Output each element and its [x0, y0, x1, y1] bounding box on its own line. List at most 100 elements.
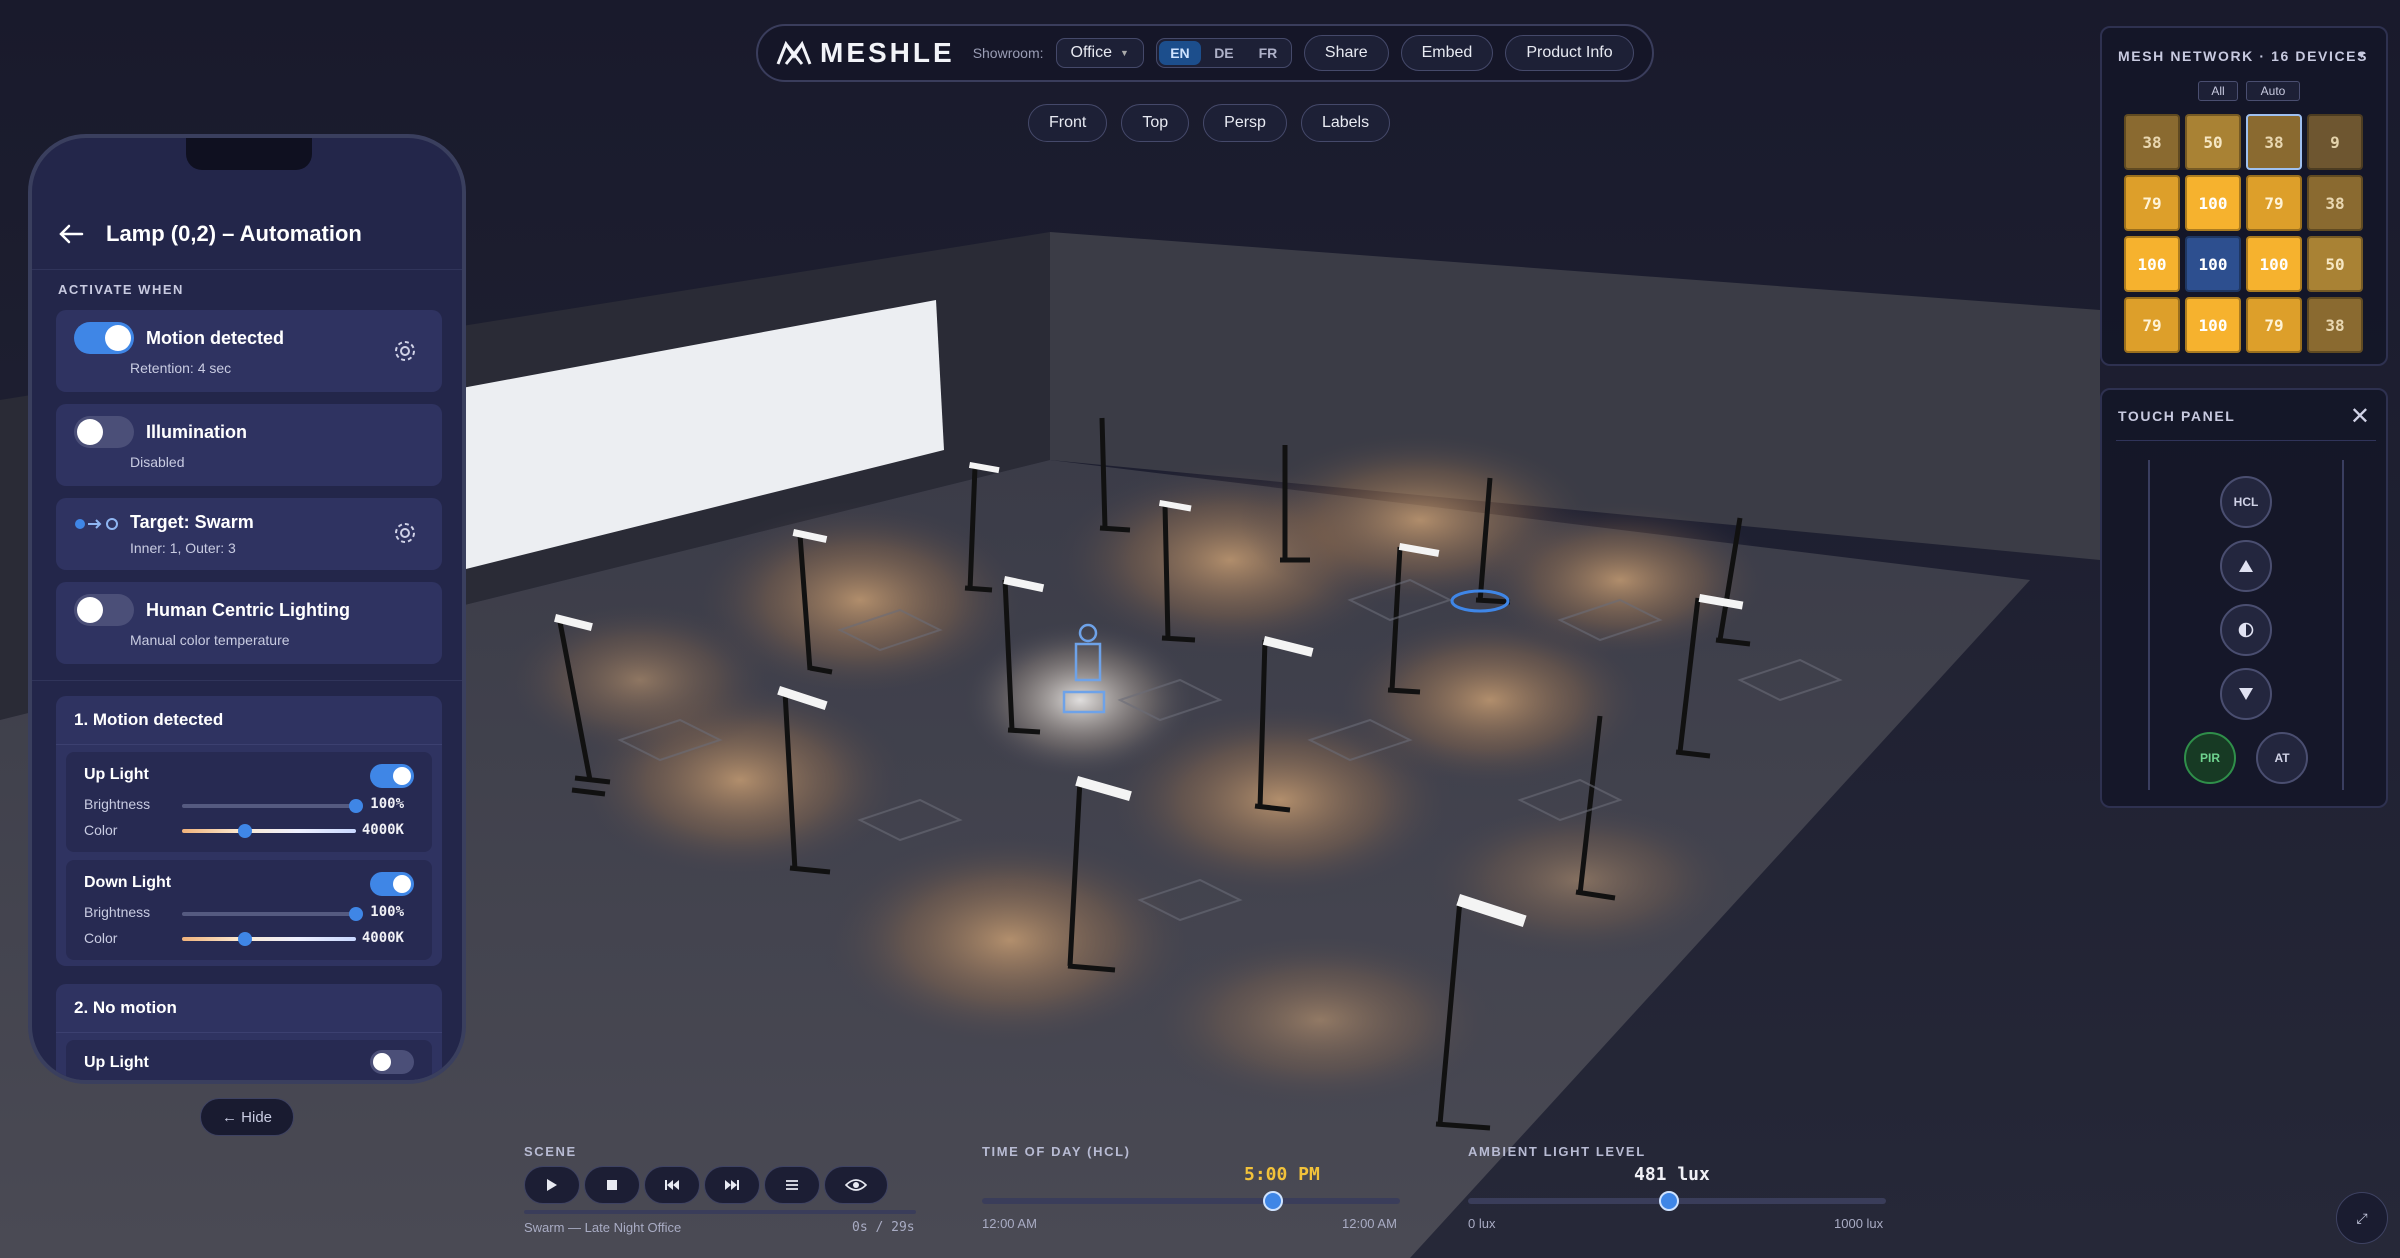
stop-icon — [607, 1180, 617, 1190]
arrow-left-icon[interactable] — [58, 223, 84, 245]
mesh-auto-button[interactable]: Auto — [2246, 81, 2300, 101]
eye-icon — [845, 1179, 867, 1191]
skip-back-icon — [665, 1180, 679, 1190]
gear-icon[interactable] — [392, 520, 418, 546]
mesh-device-cell[interactable]: 38 — [2124, 114, 2180, 170]
touch-rail-left — [2148, 460, 2150, 790]
time-of-day-slider[interactable] — [982, 1191, 1400, 1211]
pir-button[interactable]: PIR — [2184, 732, 2236, 784]
list-button[interactable] — [764, 1166, 820, 1204]
down-arrow-button[interactable] — [2220, 668, 2272, 720]
scene-progress[interactable] — [524, 1210, 916, 1214]
stop-button[interactable] — [584, 1166, 640, 1204]
trigger-title: Motion detected — [146, 328, 284, 348]
view-top-button[interactable]: Top — [1121, 104, 1190, 142]
swarm-target-icon — [75, 518, 118, 530]
lang-en[interactable]: EN — [1158, 41, 1201, 65]
down-light-card: Down Light Brightness 100% Color 4000K — [66, 860, 432, 960]
up-arrow-button[interactable] — [2220, 540, 2272, 592]
gear-icon[interactable] — [392, 338, 418, 364]
brightness-label: Brightness — [84, 904, 151, 920]
color-label: Color — [84, 930, 118, 946]
brightness-slider[interactable] — [182, 799, 363, 813]
mesh-device-cell[interactable]: 100 — [2185, 236, 2241, 292]
brightness-value: 100% — [370, 796, 404, 812]
share-button[interactable]: Share — [1303, 35, 1389, 71]
motion-toggle[interactable] — [74, 322, 134, 354]
play-button[interactable] — [524, 1166, 580, 1204]
play-icon — [547, 1179, 557, 1191]
trigger-motion-card[interactable]: Motion detected Retention: 4 sec — [56, 310, 442, 392]
mesh-device-cell[interactable]: 50 — [2185, 114, 2241, 170]
time-of-day-value: 5:00 PM — [1244, 1164, 1320, 1185]
touch-panel-title: TOUCH PANEL — [2118, 408, 2236, 424]
color-slider[interactable] — [182, 824, 356, 838]
ambient-light-label: AMBIENT LIGHT LEVEL — [1468, 1144, 1646, 1159]
illumination-toggle[interactable] — [74, 416, 134, 448]
divider — [32, 680, 462, 681]
up-light-card: Up Light Brightness 100% Color 4000K — [66, 752, 432, 852]
hcl-button[interactable]: HCL — [2220, 476, 2272, 528]
motion-detected-group: 1. Motion detected Up Light Brightness 1… — [56, 696, 442, 966]
up-light-toggle[interactable] — [370, 764, 414, 788]
close-icon[interactable]: ✕ — [2350, 402, 2370, 431]
mesh-device-cell[interactable]: 79 — [2246, 175, 2302, 231]
no-motion-group: 2. No motion Up Light — [56, 984, 442, 1080]
trigger-target-card[interactable]: Target: Swarm Inner: 1, Outer: 3 — [56, 498, 442, 570]
trigger-title: Illumination — [146, 422, 247, 442]
lang-fr[interactable]: FR — [1247, 41, 1289, 65]
ambient-min: 0 lux — [1468, 1216, 1496, 1231]
scene-label: SCENE — [524, 1144, 577, 1159]
next-button[interactable] — [704, 1166, 760, 1204]
mesh-device-cell[interactable]: 79 — [2246, 297, 2302, 353]
trigger-illumination-card[interactable]: Illumination Disabled — [56, 404, 442, 486]
color-label: Color — [84, 822, 118, 838]
mesh-device-cell[interactable]: 100 — [2124, 236, 2180, 292]
mesh-title: MESH NETWORK · 16 DEVICES — [2118, 48, 2369, 64]
embed-button[interactable]: Embed — [1400, 35, 1494, 71]
mesh-device-cell[interactable]: 79 — [2124, 297, 2180, 353]
lang-de[interactable]: DE — [1203, 41, 1245, 65]
up-light-toggle[interactable] — [370, 1050, 414, 1074]
trigger-subtitle: Retention: 4 sec — [130, 360, 232, 376]
hcl-toggle[interactable] — [74, 594, 134, 626]
language-switcher: EN DE FR — [1155, 38, 1292, 68]
mesh-device-cell[interactable]: 100 — [2185, 175, 2241, 231]
time-max: 12:00 AM — [1342, 1216, 1397, 1231]
mesh-device-cell[interactable]: 50 — [2307, 236, 2363, 292]
time-of-day-thumb[interactable] — [1262, 1191, 1283, 1211]
at-button[interactable]: AT — [2256, 732, 2308, 784]
brightness-value: 100% — [370, 904, 404, 920]
visibility-button[interactable] — [824, 1166, 888, 1204]
brightness-slider[interactable] — [182, 907, 363, 921]
mesh-device-cell[interactable]: 38 — [2246, 114, 2302, 170]
color-slider[interactable] — [182, 932, 356, 946]
view-front-button[interactable]: Front — [1028, 104, 1108, 142]
down-light-toggle[interactable] — [370, 872, 414, 896]
mesh-device-cell[interactable]: 38 — [2307, 175, 2363, 231]
previous-button[interactable] — [644, 1166, 700, 1204]
view-persp-button[interactable]: Persp — [1203, 104, 1287, 142]
view-switcher: Front Top Persp Labels — [1028, 104, 1391, 142]
contrast-button[interactable] — [2220, 604, 2272, 656]
expand-icon[interactable]: ⤢ — [2336, 1192, 2388, 1244]
light-title: Up Light — [84, 766, 149, 783]
light-title: Up Light — [84, 1054, 149, 1071]
hide-panel-button[interactable]: ← Hide — [200, 1098, 294, 1136]
product-info-button[interactable]: Product Info — [1505, 35, 1634, 71]
ambient-light-thumb[interactable] — [1659, 1191, 1680, 1211]
ambient-light-slider[interactable] — [1468, 1191, 1886, 1211]
trigger-hcl-card[interactable]: Human Centric Lighting Manual color temp… — [56, 582, 442, 664]
mesh-device-cell[interactable]: 79 — [2124, 175, 2180, 231]
mesh-device-cell[interactable]: 38 — [2307, 297, 2363, 353]
chevron-down-icon[interactable]: ▼ — [2357, 50, 2366, 60]
view-labels-button[interactable]: Labels — [1300, 104, 1391, 142]
showroom-select[interactable]: Office ▼ — [1055, 38, 1144, 68]
showroom-value: Office — [1070, 44, 1113, 61]
mesh-device-cell[interactable]: 100 — [2185, 297, 2241, 353]
trigger-subtitle: Manual color temperature — [130, 632, 290, 648]
mesh-device-cell[interactable]: 9 — [2307, 114, 2363, 170]
mesh-all-button[interactable]: All — [2198, 81, 2238, 101]
mesh-device-cell[interactable]: 100 — [2246, 236, 2302, 292]
color-value: 4000K — [361, 822, 404, 838]
